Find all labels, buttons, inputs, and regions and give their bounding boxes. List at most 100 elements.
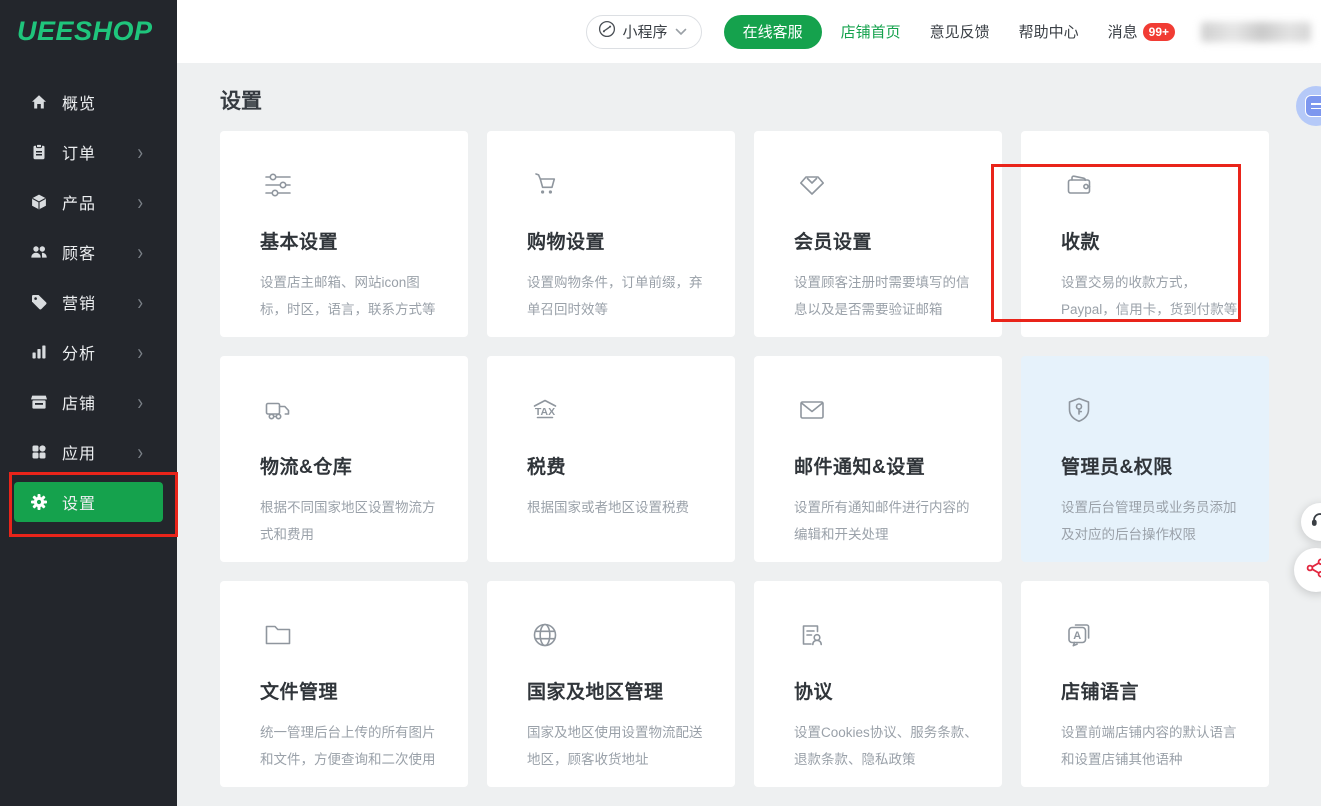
card-desc: 设置所有通知邮件进行内容的编辑和开关处理	[794, 494, 980, 548]
truck-icon	[260, 392, 446, 430]
card-desc: 统一管理后台上传的所有图片和文件，方便查询和二次使用	[260, 719, 446, 773]
language-bubble-icon: A	[1061, 617, 1247, 655]
sidebar-item-settings[interactable]: 设置	[14, 482, 163, 522]
mini-program-dropdown[interactable]: 小程序	[586, 15, 702, 49]
account-name-blurred[interactable]	[1201, 22, 1311, 42]
mini-program-label: 小程序	[623, 21, 668, 42]
chevron-right-icon: ›	[137, 141, 143, 163]
sidebar-item-label: 店铺	[62, 390, 137, 414]
share-widget[interactable]	[1294, 548, 1321, 592]
messages-label: 消息	[1108, 21, 1138, 42]
sidebar-item-analytics[interactable]: 分析 ›	[0, 327, 177, 377]
card-basic-settings[interactable]: 基本设置 设置店主邮箱、网站icon图标，时区，语言，联系方式等	[220, 131, 468, 337]
settings-card-grid: 基本设置 设置店主邮箱、网站icon图标，时区，语言，联系方式等 购物设置 设置…	[220, 131, 1269, 787]
envelope-icon	[794, 392, 980, 430]
diamond-icon	[794, 167, 980, 205]
globe-icon	[527, 617, 713, 655]
support-icon	[1310, 510, 1321, 535]
announcement-widget[interactable]	[1296, 86, 1321, 126]
help-center-link[interactable]: 帮助中心	[1019, 21, 1079, 42]
home-icon	[30, 93, 48, 111]
messages-badge: 99+	[1143, 23, 1175, 41]
sidebar-item-store[interactable]: 店铺 ›	[0, 377, 177, 427]
card-title: 文件管理	[260, 677, 446, 704]
card-desc: 根据不同国家地区设置物流方式和费用	[260, 494, 446, 548]
sidebar-item-orders[interactable]: 订单 ›	[0, 127, 177, 177]
card-desc: 设置Cookies协议、服务条款、退款条款、隐私政策	[794, 719, 980, 773]
card-agreements[interactable]: 协议 设置Cookies协议、服务条款、退款条款、隐私政策	[754, 581, 1002, 787]
card-admin-permissions[interactable]: 管理员&权限 设置后台管理员或业务员添加及对应的后台操作权限	[1021, 356, 1269, 562]
share-icon	[1305, 557, 1321, 584]
chevron-right-icon: ›	[137, 191, 143, 213]
announcement-icon	[1305, 95, 1321, 117]
svg-text:A: A	[1073, 630, 1081, 642]
card-title: 管理员&权限	[1061, 452, 1247, 479]
sidebar: UEESHOP 概览 订单 › 产品 › 顾客	[0, 0, 177, 806]
sidebar-item-label: 订单	[62, 140, 137, 164]
card-countries-regions[interactable]: 国家及地区管理 国家及地区使用设置物流配送地区，顾客收货地址	[487, 581, 735, 787]
analytics-icon	[30, 343, 48, 361]
card-desc: 设置店主邮箱、网站icon图标，时区，语言，联系方式等	[260, 269, 446, 323]
card-title: 协议	[794, 677, 980, 704]
card-title: 邮件通知&设置	[794, 452, 980, 479]
card-title: 购物设置	[527, 227, 713, 254]
card-store-language[interactable]: A 店铺语言 设置前端店铺内容的默认语言和设置店铺其他语种	[1021, 581, 1269, 787]
sidebar-item-marketing[interactable]: 营销 ›	[0, 277, 177, 327]
svg-text:TAX: TAX	[535, 406, 555, 418]
tax-icon: TAX	[527, 392, 713, 430]
card-title: 税费	[527, 452, 713, 479]
feedback-link[interactable]: 意见反馈	[930, 21, 990, 42]
card-title: 物流&仓库	[260, 452, 446, 479]
sidebar-item-products[interactable]: 产品 ›	[0, 177, 177, 227]
card-tax[interactable]: TAX 税费 根据国家或者地区设置税费	[487, 356, 735, 562]
ueeshop-logo[interactable]: UEESHOP	[0, 0, 177, 47]
chevron-right-icon: ›	[137, 391, 143, 413]
wallet-icon	[1061, 167, 1247, 205]
card-desc: 设置购物条件，订单前缀，弃单召回时效等	[527, 269, 713, 323]
card-desc: 国家及地区使用设置物流配送地区，顾客收货地址	[527, 719, 713, 773]
store-icon	[30, 393, 48, 411]
sidebar-item-apps[interactable]: 应用 ›	[0, 427, 177, 477]
card-logistics-warehouse[interactable]: 物流&仓库 根据不同国家地区设置物流方式和费用	[220, 356, 468, 562]
card-file-management[interactable]: 文件管理 统一管理后台上传的所有图片和文件，方便查询和二次使用	[220, 581, 468, 787]
orders-icon	[30, 143, 48, 161]
card-desc: 设置前端店铺内容的默认语言和设置店铺其他语种	[1061, 719, 1247, 773]
sidebar-item-label: 设置	[62, 490, 149, 514]
sidebar-item-label: 营销	[62, 290, 137, 314]
sidebar-item-label: 概览	[62, 90, 143, 114]
top-header: 小程序 在线客服 店铺首页 意见反馈 帮助中心 消息 99+	[177, 0, 1321, 63]
card-email-notifications[interactable]: 邮件通知&设置 设置所有通知邮件进行内容的编辑和开关处理	[754, 356, 1002, 562]
folder-icon	[260, 617, 446, 655]
products-icon	[30, 193, 48, 211]
card-title: 收款	[1061, 227, 1247, 254]
chevron-right-icon: ›	[137, 441, 143, 463]
chevron-right-icon: ›	[137, 341, 143, 363]
page-title: 设置	[220, 85, 262, 115]
online-service-button[interactable]: 在线客服	[724, 15, 822, 49]
chevron-down-icon	[675, 23, 687, 41]
sidebar-item-label: 应用	[62, 440, 137, 464]
card-desc: 根据国家或者地区设置税费	[527, 494, 713, 521]
support-widget[interactable]	[1301, 503, 1321, 541]
marketing-tag-icon	[30, 293, 48, 311]
chevron-right-icon: ›	[137, 241, 143, 263]
sidebar-item-overview[interactable]: 概览	[0, 77, 177, 127]
agreement-doc-icon	[794, 617, 980, 655]
card-desc: 设置交易的收款方式，Paypal，信用卡，货到付款等	[1061, 269, 1247, 323]
messages-link[interactable]: 消息 99+	[1108, 21, 1175, 42]
card-payment[interactable]: 收款 设置交易的收款方式，Paypal，信用卡，货到付款等	[1021, 131, 1269, 337]
card-title: 会员设置	[794, 227, 980, 254]
chevron-right-icon: ›	[137, 291, 143, 313]
sidebar-item-label: 分析	[62, 340, 137, 364]
apps-icon	[30, 443, 48, 461]
customers-icon	[30, 243, 48, 261]
cart-icon	[527, 167, 713, 205]
card-member-settings[interactable]: 会员设置 设置顾客注册时需要填写的信息以及是否需要验证邮箱	[754, 131, 1002, 337]
sidebar-nav: 概览 订单 › 产品 › 顾客 › 营销	[0, 77, 177, 527]
card-shopping-settings[interactable]: 购物设置 设置购物条件，订单前缀，弃单召回时效等	[487, 131, 735, 337]
card-title: 国家及地区管理	[527, 677, 713, 704]
sidebar-item-customers[interactable]: 顾客 ›	[0, 227, 177, 277]
gear-icon	[30, 493, 48, 511]
store-home-link[interactable]: 店铺首页	[841, 21, 901, 42]
shield-key-icon	[1061, 392, 1247, 430]
